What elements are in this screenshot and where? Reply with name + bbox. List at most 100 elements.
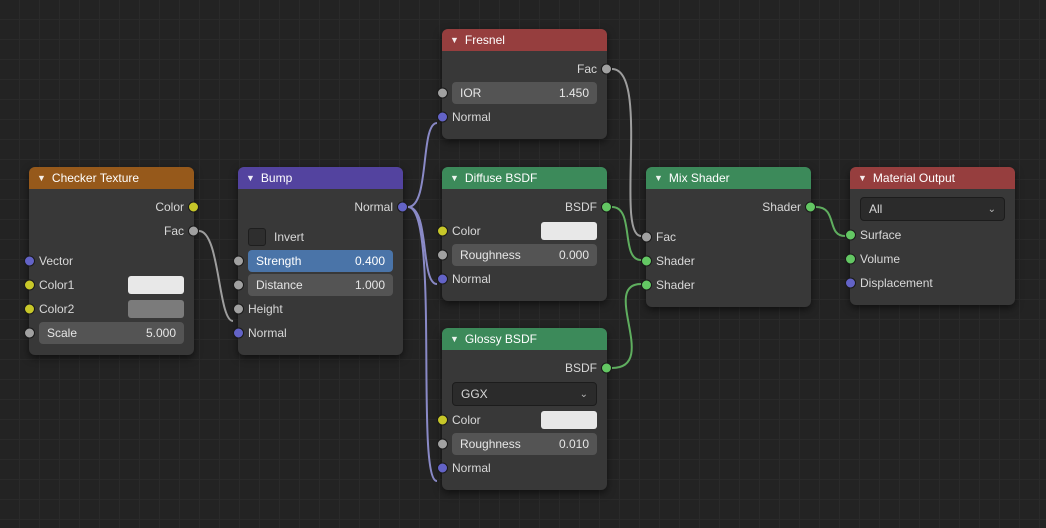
socket-color-out[interactable] (188, 202, 199, 213)
node-header[interactable]: ▼ Diffuse BSDF (442, 167, 607, 189)
input-shader1[interactable]: Shader (656, 249, 801, 273)
color2-swatch[interactable] (128, 300, 184, 318)
socket-normal-in[interactable] (437, 112, 448, 123)
node-header[interactable]: ▼ Glossy BSDF (442, 328, 607, 350)
output-bsdf[interactable]: BSDF (452, 356, 597, 380)
node-material-output[interactable]: ▼ Material Output All⌄ Surface Volume Dis… (850, 167, 1015, 305)
distance-field[interactable]: Distance1.000 (248, 274, 393, 296)
roughness-field[interactable]: Roughness0.010 (452, 433, 597, 455)
input-vector[interactable]: Vector (39, 249, 184, 273)
chevron-down-icon: ⌄ (988, 204, 996, 215)
distribution-dropdown[interactable]: GGX⌄ (452, 382, 597, 406)
collapse-triangle-icon[interactable]: ▼ (450, 35, 459, 45)
input-normal[interactable]: Normal (452, 456, 597, 480)
roughness-row: Roughness0.010 (452, 432, 597, 456)
socket-fac-out[interactable] (601, 64, 612, 75)
output-bsdf[interactable]: BSDF (452, 195, 597, 219)
node-fresnel[interactable]: ▼ Fresnel Fac IOR1.450 Normal (442, 29, 607, 139)
scale-field[interactable]: Scale5.000 (39, 322, 184, 344)
node-header[interactable]: ▼Bump (238, 167, 403, 189)
socket-normal-in[interactable] (437, 463, 448, 474)
socket-color-in[interactable] (437, 226, 448, 237)
target-dropdown[interactable]: All⌄ (860, 197, 1005, 221)
input-normal[interactable]: Normal (452, 105, 597, 129)
strength-row: Strength0.400 (248, 249, 393, 273)
input-shader2[interactable]: Shader (656, 273, 801, 297)
socket-ior-in[interactable] (437, 88, 448, 99)
socket-normal-out[interactable] (397, 202, 408, 213)
socket-surface-in[interactable] (845, 230, 856, 241)
node-title: Mix Shader (669, 171, 730, 185)
socket-volume-in[interactable] (845, 254, 856, 265)
collapse-triangle-icon[interactable]: ▼ (450, 334, 459, 344)
output-fac[interactable]: Fac (452, 57, 597, 81)
node-glossy-bsdf[interactable]: ▼ Glossy BSDF BSDF GGX⌄ Color Roughness0.… (442, 328, 607, 490)
socket-shader2-in[interactable] (641, 280, 652, 291)
output-shader[interactable]: Shader (656, 195, 801, 219)
socket-shader1-in[interactable] (641, 256, 652, 267)
chevron-down-icon: ⌄ (580, 389, 588, 400)
input-normal[interactable]: Normal (452, 267, 597, 291)
ior-row: IOR1.450 (452, 81, 597, 105)
node-title: Material Output (873, 171, 955, 185)
input-surface[interactable]: Surface (860, 223, 1005, 247)
socket-bsdf-out[interactable] (601, 363, 612, 374)
node-bump[interactable]: ▼Bump Normal Invert Strength0.400 Distan… (238, 167, 403, 355)
node-mix-shader[interactable]: ▼ Mix Shader Shader Fac Shader Shader (646, 167, 811, 307)
collapse-triangle-icon[interactable]: ▼ (246, 173, 255, 183)
strength-field[interactable]: Strength0.400 (248, 250, 393, 272)
socket-distance-in[interactable] (233, 280, 244, 291)
node-title: Fresnel (465, 33, 505, 47)
glossy-color-swatch[interactable] (541, 411, 597, 429)
distance-row: Distance1.000 (248, 273, 393, 297)
socket-displacement-in[interactable] (845, 278, 856, 289)
input-height[interactable]: Height (248, 297, 393, 321)
node-title: Diffuse BSDF (465, 171, 537, 185)
node-title: Glossy BSDF (465, 332, 537, 346)
node-diffuse-bsdf[interactable]: ▼Diffuse BSDF BSDF Color Roughness0.000 … (442, 167, 607, 301)
input-displacement[interactable]: Displacement (860, 271, 1005, 295)
node-editor-canvas[interactable]: { "checker": { "title": "Checker Texture… (0, 0, 1046, 528)
node-checker-texture[interactable]: ▼Checker Texture Color Fac Vector Color1… (29, 167, 194, 355)
output-color[interactable]: Color (39, 195, 184, 219)
socket-roughness-in[interactable] (437, 439, 448, 450)
collapse-triangle-icon[interactable]: ▼ (450, 173, 459, 183)
input-color[interactable]: Color (452, 408, 597, 432)
socket-color1-in[interactable] (24, 280, 35, 291)
socket-bsdf-out[interactable] (601, 202, 612, 213)
socket-vector-in[interactable] (24, 256, 35, 267)
ior-field[interactable]: IOR1.450 (452, 82, 597, 104)
socket-strength-in[interactable] (233, 256, 244, 267)
input-color2[interactable]: Color2 (39, 297, 184, 321)
input-color[interactable]: Color (452, 219, 597, 243)
socket-normal-in[interactable] (437, 274, 448, 285)
output-fac[interactable]: Fac (39, 219, 184, 243)
node-header[interactable]: ▼ Mix Shader (646, 167, 811, 189)
output-normal[interactable]: Normal (248, 195, 393, 219)
socket-scale-in[interactable] (24, 328, 35, 339)
input-fac[interactable]: Fac (656, 225, 801, 249)
node-header[interactable]: ▼ Fresnel (442, 29, 607, 51)
socket-normal-in[interactable] (233, 328, 244, 339)
roughness-field[interactable]: Roughness0.000 (452, 244, 597, 266)
input-color1[interactable]: Color1 (39, 273, 184, 297)
socket-fac-in[interactable] (641, 232, 652, 243)
color1-swatch[interactable] (128, 276, 184, 294)
node-header[interactable]: ▼ Material Output (850, 167, 1015, 189)
input-normal[interactable]: Normal (248, 321, 393, 345)
diffuse-color-swatch[interactable] (541, 222, 597, 240)
socket-roughness-in[interactable] (437, 250, 448, 261)
node-header[interactable]: ▼Checker Texture (29, 167, 194, 189)
socket-color2-in[interactable] (24, 304, 35, 315)
socket-fac-out[interactable] (188, 226, 199, 237)
invert-row[interactable]: Invert (248, 225, 393, 249)
socket-color-in[interactable] (437, 415, 448, 426)
invert-checkbox[interactable] (248, 228, 266, 246)
socket-height-in[interactable] (233, 304, 244, 315)
collapse-triangle-icon[interactable]: ▼ (654, 173, 663, 183)
input-scale-row: Scale5.000 (39, 321, 184, 345)
collapse-triangle-icon[interactable]: ▼ (858, 173, 867, 183)
socket-shader-out[interactable] (805, 202, 816, 213)
input-volume[interactable]: Volume (860, 247, 1005, 271)
collapse-triangle-icon[interactable]: ▼ (37, 173, 46, 183)
